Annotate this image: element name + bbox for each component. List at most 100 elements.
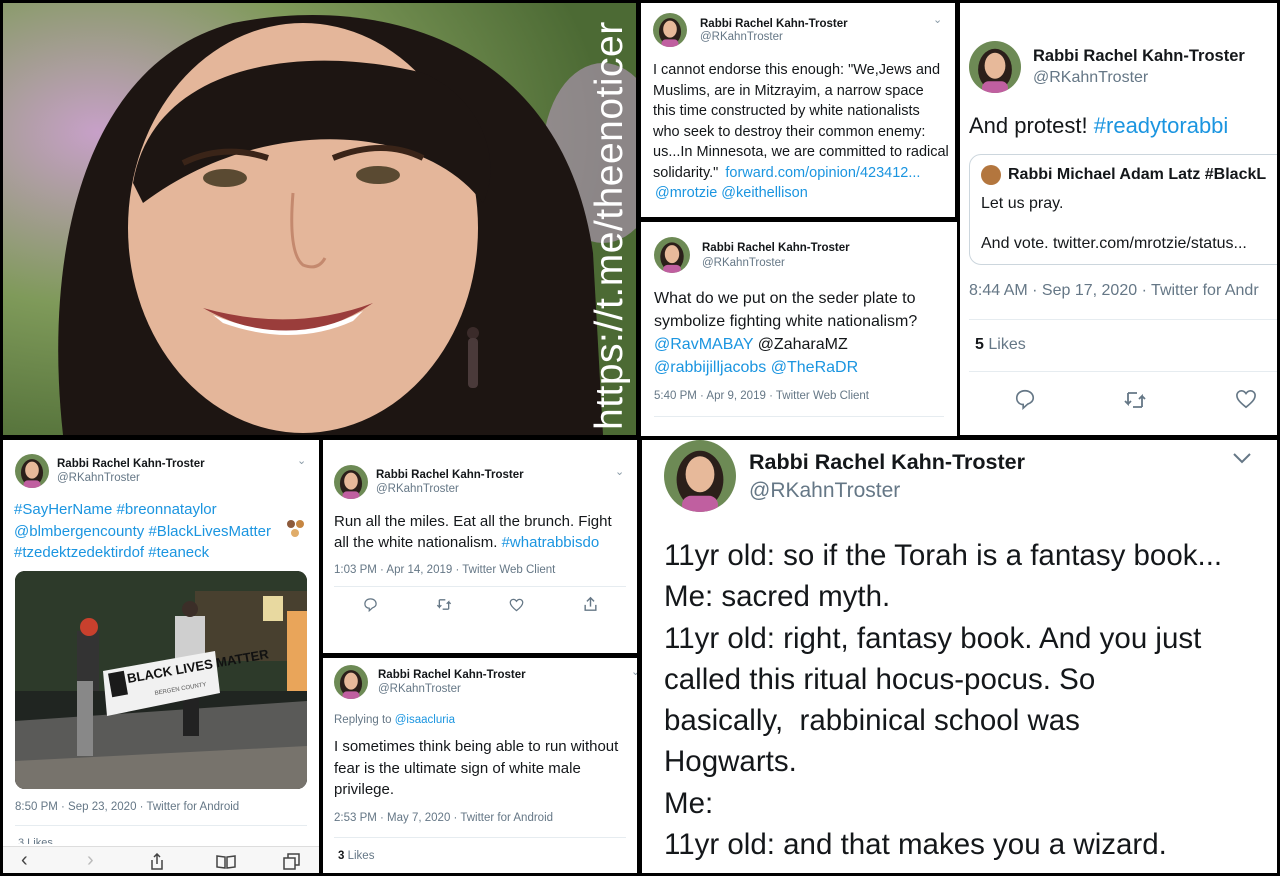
avatar[interactable] <box>664 440 736 512</box>
mention-link[interactable]: @keithellison <box>721 185 807 201</box>
back-icon[interactable]: ‹ <box>21 849 28 872</box>
tweet-body: What do we put on the seder plate to sym… <box>654 290 918 330</box>
likes-number: 3 <box>338 850 345 862</box>
replying-label: Replying to <box>334 714 392 726</box>
author-name[interactable]: Rabbi Rachel Kahn-Troster <box>1033 47 1245 66</box>
hashtag-link[interactable]: #whatrabbisdo <box>502 534 600 551</box>
hashtag-line[interactable]: @blmbergencounty #BlackLivesMatter <box>14 523 271 540</box>
mention-link[interactable]: @RavMABAY <box>654 336 753 353</box>
retweet-icon[interactable] <box>1123 389 1147 411</box>
tweet-text: 11yr old: so if the Torah is a fantasy b… <box>664 535 1264 865</box>
tweet-text: And protest! #readytorabbi <box>969 113 1228 139</box>
quoted-text-line: Let us pray. <box>981 195 1064 212</box>
quoted-tweet[interactable]: Rabbi Michael Adam Latz #BlackL Let us p… <box>969 154 1277 265</box>
like-icon[interactable] <box>509 598 524 612</box>
tweet-meta[interactable]: 8:50 PM · Sep 23, 2020 · Twitter for And… <box>15 801 239 813</box>
tweet-line: Me: sacred myth. <box>664 580 891 614</box>
reply-context: Replying to @isaacluria <box>334 714 455 726</box>
author-handle[interactable]: @RKahnTroster <box>57 472 205 484</box>
tweet-card-privilege[interactable]: Rabbi Rachel Kahn-Troster @RKahnTroster … <box>323 658 637 873</box>
divider <box>334 586 626 587</box>
avatar[interactable] <box>654 237 690 273</box>
likes-count[interactable]: 5 Likes <box>975 336 1026 354</box>
author-handle[interactable]: @RKahnTroster <box>378 683 526 695</box>
likes-number: 5 <box>975 336 984 353</box>
author-handle[interactable]: @RKahnTroster <box>700 31 848 43</box>
quoted-author-name[interactable]: Rabbi Michael Adam Latz #BlackL <box>1008 166 1266 184</box>
author-name[interactable]: Rabbi Rachel Kahn-Troster <box>700 18 848 30</box>
author-handle[interactable]: @RKahnTroster <box>749 479 1025 503</box>
quoted-text-line: And vote. twitter.com/mrotzie/status... <box>981 235 1247 252</box>
tweet-meta[interactable]: 2:53 PM · May 7, 2020 · Twitter for Andr… <box>334 812 553 824</box>
mention-link[interactable]: @rabbijilljacobs <box>654 359 766 376</box>
divider <box>969 319 1277 320</box>
reply-icon[interactable] <box>363 597 378 612</box>
author-handle[interactable]: @RKahnTroster <box>376 483 524 495</box>
profile-photo <box>3 3 636 435</box>
replying-to-link[interactable]: @isaacluria <box>395 714 455 726</box>
author-name[interactable]: Rabbi Rachel Kahn-Troster <box>749 450 1025 475</box>
retweet-icon[interactable] <box>436 597 452 612</box>
hashtag-line[interactable]: #SayHerName #breonnataylor <box>14 501 217 518</box>
tabs-icon[interactable] <box>283 853 301 871</box>
tweet-card-hogwarts[interactable]: Rabbi Rachel Kahn-Troster @RKahnTroster … <box>642 440 1277 873</box>
quoted-avatar[interactable] <box>981 165 1001 185</box>
author-name[interactable]: Rabbi Rachel Kahn-Troster <box>702 242 850 254</box>
hashtag-link[interactable]: #readytorabbi <box>1094 113 1229 138</box>
mention-link[interactable]: @mrotzie <box>655 185 717 201</box>
likes-label: Likes <box>347 850 375 862</box>
tweet-line: Me: <box>664 786 714 820</box>
divider <box>654 416 944 417</box>
tweet-card-seder[interactable]: Rabbi Rachel Kahn-Troster @RKahnTroster … <box>641 222 957 436</box>
avatar[interactable] <box>969 41 1021 93</box>
browser-toolbar: ‹ › <box>3 846 319 873</box>
author-name[interactable]: Rabbi Rachel Kahn-Troster <box>378 669 526 681</box>
tweet-line: 11yr old: and that makes you a wizard. <box>664 828 1167 862</box>
author-handle[interactable]: @RKahnTroster <box>702 257 850 269</box>
author-handle[interactable]: @RKahnTroster <box>1033 69 1245 87</box>
chevron-down-icon[interactable]: ⌄ <box>933 13 942 26</box>
tweet-text: I cannot endorse this enough: "We,Jews a… <box>653 60 949 204</box>
share-icon[interactable] <box>583 596 598 612</box>
forward-icon[interactable]: › <box>87 849 94 872</box>
likes-count[interactable]: 3 Likes <box>338 850 374 862</box>
mention-plain[interactable]: @ZaharaMZ <box>758 336 848 353</box>
tweet-meta[interactable]: 8:44 AM · Sep 17, 2020 · Twitter for And… <box>969 282 1259 300</box>
tweet-card-whatrabbisdo[interactable]: Rabbi Rachel Kahn-Troster @RKahnTroster … <box>323 440 637 653</box>
tweet-body: I cannot endorse this enough: "We,Jews a… <box>653 62 949 181</box>
tweet-text: What do we put on the seder plate to sym… <box>654 287 950 379</box>
chevron-down-icon[interactable]: ⌄ <box>615 465 624 478</box>
protest-photo[interactable]: BLACK LIVES MATTER BERGEN COUNTY <box>15 571 307 789</box>
chevron-down-icon[interactable] <box>1232 452 1252 464</box>
bookmarks-icon[interactable] <box>216 855 236 869</box>
tweet-line: called this ritual hocus-pocus. So <box>664 662 1096 696</box>
tweet-meta[interactable]: 1:03 PM · Apr 14, 2019 · Twitter Web Cli… <box>334 564 555 576</box>
tweet-card-solidarity[interactable]: Rabbi Rachel Kahn-Troster @RKahnTroster … <box>641 3 955 217</box>
share-icon[interactable] <box>149 853 165 871</box>
tweet-line: Hogwarts. <box>664 745 797 779</box>
watermark-text: https://t.me/theenoticer <box>588 21 631 430</box>
tweet-link[interactable]: forward.com/opinion/423412... <box>725 165 920 181</box>
tweet-card-sayhername[interactable]: Rabbi Rachel Kahn-Troster @RKahnTroster … <box>3 440 319 873</box>
reply-icon[interactable] <box>1014 388 1036 410</box>
likes-count[interactable]: 3 Likes <box>18 837 53 844</box>
tweet-body: And protest! <box>969 113 1088 138</box>
tweet-line: 11yr old: so if the Torah is a fantasy b… <box>664 539 1223 572</box>
mention-link[interactable]: @TheRaDR <box>771 359 858 376</box>
avatar[interactable] <box>15 454 49 488</box>
chevron-down-icon[interactable]: ⌄ <box>297 454 306 467</box>
author-name[interactable]: Rabbi Rachel Kahn-Troster <box>376 469 524 481</box>
tweet-text: I sometimes think being able to run with… <box>334 738 619 798</box>
chevron-down-icon[interactable]: ⌄ <box>631 665 637 678</box>
emoji-dots <box>287 520 305 538</box>
avatar[interactable] <box>334 465 368 499</box>
hashtag-line[interactable]: #tzedektzedektirdof #teaneck <box>14 544 209 561</box>
divider <box>15 825 307 826</box>
tweet-meta[interactable]: 5:40 PM · Apr 9, 2019 · Twitter Web Clie… <box>654 390 869 402</box>
avatar[interactable] <box>334 665 368 699</box>
tweet-text: Run all the miles. Eat all the brunch. F… <box>334 511 630 553</box>
tweet-card-protest[interactable]: Rabbi Rachel Kahn-Troster @RKahnTroster … <box>960 3 1277 435</box>
like-icon[interactable] <box>1235 389 1257 409</box>
avatar[interactable] <box>653 13 687 47</box>
author-name[interactable]: Rabbi Rachel Kahn-Troster <box>57 458 205 470</box>
